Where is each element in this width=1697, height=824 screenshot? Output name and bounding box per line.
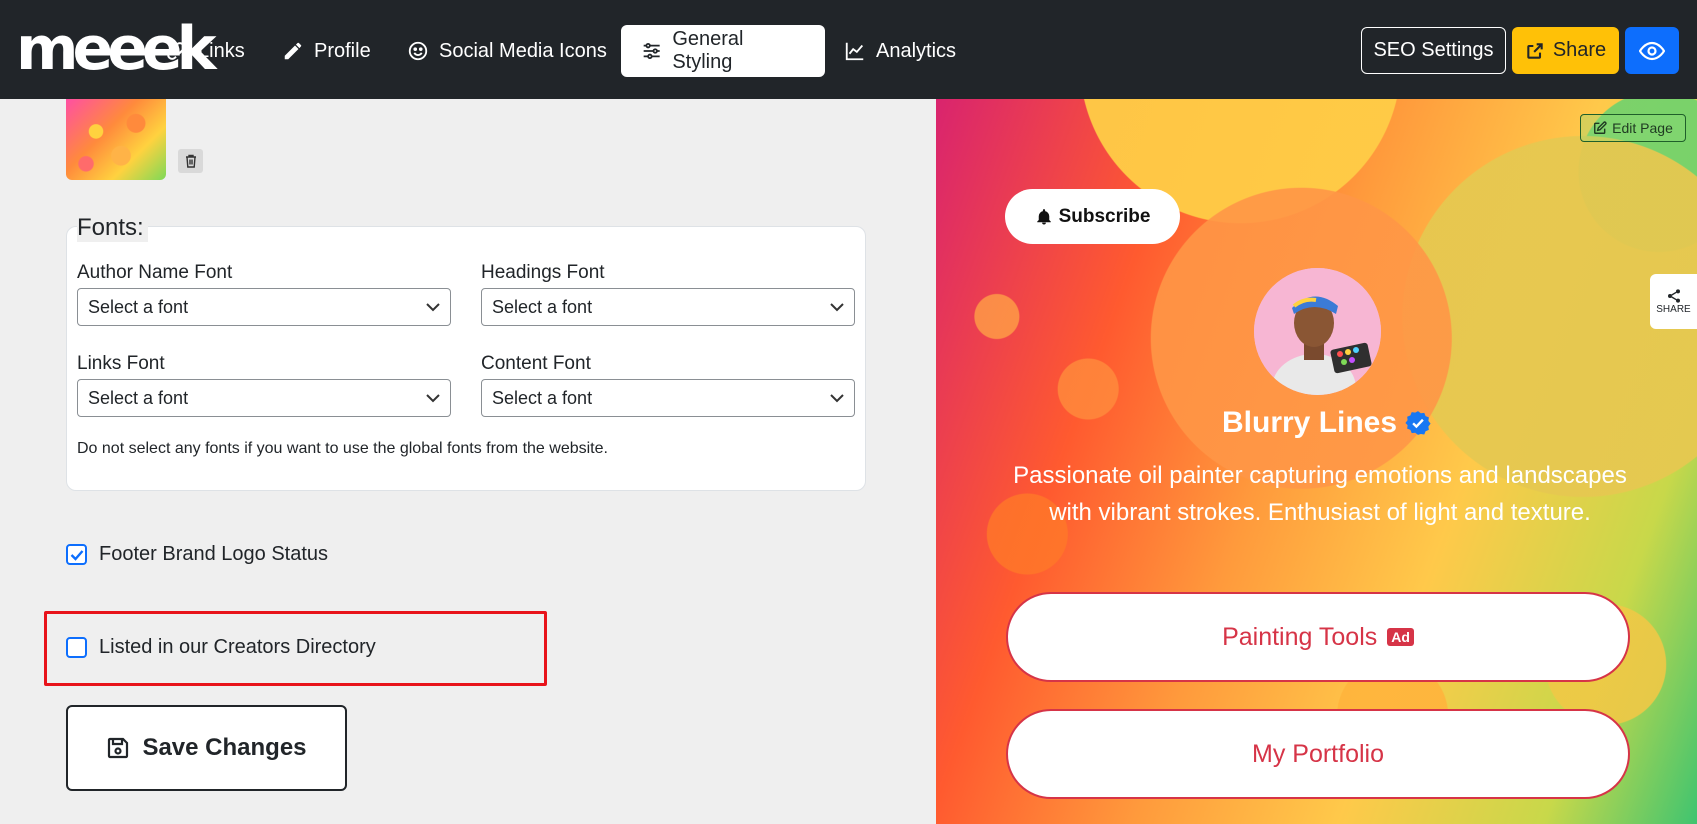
edit-page-label: Edit Page: [1612, 120, 1673, 136]
nav-general-styling-label: General Styling: [672, 28, 744, 73]
nav-social-media-icons[interactable]: Social Media Icons: [407, 25, 607, 77]
author-name-text: Blurry Lines: [1222, 406, 1398, 439]
link-my-portfolio[interactable]: My Portfolio: [1006, 709, 1630, 799]
share-button[interactable]: Share: [1512, 27, 1619, 74]
creators-directory-label: Listed in our Creators Directory: [99, 636, 376, 658]
chevron-down-icon: [426, 394, 440, 403]
link-icon: [167, 42, 185, 60]
content-font-label: Content Font: [481, 353, 591, 374]
headings-font-value: Select a font: [492, 296, 593, 317]
bell-icon: [1036, 208, 1051, 224]
chart-line-icon: [845, 42, 864, 61]
author-name: Blurry Lines: [1222, 406, 1431, 440]
footer-brand-logo-option[interactable]: Footer Brand Logo Status: [66, 543, 328, 566]
author-bio: Passionate oil painter capturing emotion…: [1013, 462, 1627, 526]
link-my-portfolio-label: My Portfolio: [1252, 739, 1384, 768]
nav-links-label: Links: [198, 39, 245, 62]
verified-badge-icon: [1405, 411, 1431, 435]
ad-badge: Ad: [1387, 628, 1414, 646]
fonts-legend: Fonts:: [77, 214, 148, 242]
chevron-down-icon: [426, 303, 440, 312]
chevron-down-icon: [830, 394, 844, 403]
author-name-font-value: Select a font: [88, 296, 189, 317]
smiley-icon: [408, 41, 428, 61]
seo-settings-button[interactable]: SEO Settings: [1361, 27, 1506, 74]
subscribe-button[interactable]: Subscribe: [1005, 189, 1180, 244]
sliders-icon: [643, 42, 660, 60]
eye-icon: [1639, 41, 1665, 60]
nav-analytics[interactable]: Analytics: [844, 25, 956, 77]
share-nodes-icon: [1667, 289, 1680, 303]
link-painting-tools-label: Painting Tools: [1222, 622, 1378, 651]
author-avatar: [1254, 268, 1381, 395]
links-font-select[interactable]: Select a font: [77, 379, 451, 417]
footer-brand-logo-checkbox[interactable]: [66, 544, 87, 565]
edit-icon: [1594, 121, 1607, 134]
headings-font-label: Headings Font: [481, 262, 605, 283]
author-name-font-label: Author Name Font: [77, 262, 233, 283]
chevron-down-icon: [830, 303, 844, 312]
nav-profile[interactable]: Profile: [282, 25, 371, 77]
delete-background-button[interactable]: [178, 149, 203, 173]
background-image-thumbnail: [66, 99, 166, 180]
save-changes-button[interactable]: Save Changes: [66, 705, 347, 791]
nav-analytics-label: Analytics: [876, 39, 957, 62]
creators-directory-checkbox[interactable]: [66, 637, 87, 658]
links-font-value: Select a font: [88, 387, 189, 408]
side-share-tab[interactable]: SHARE: [1650, 274, 1697, 329]
floppy-disk-icon: [108, 737, 129, 759]
nav-general-styling[interactable]: General Styling: [621, 25, 825, 77]
content-font-value: Select a font: [492, 387, 593, 408]
side-share-label: SHARE: [1656, 304, 1691, 315]
fonts-help-text: Do not select any fonts if you want to u…: [77, 440, 608, 457]
edit-page-button[interactable]: Edit Page: [1580, 114, 1686, 142]
nav-profile-label: Profile: [314, 39, 371, 62]
share-button-label: Share: [1552, 39, 1607, 61]
link-painting-tools[interactable]: Painting Tools Ad: [1006, 592, 1630, 682]
headings-font-select[interactable]: Select a font: [481, 288, 855, 326]
external-link-icon: [1527, 42, 1543, 59]
check-icon: [70, 549, 83, 561]
top-navbar: meeek Links Profile Social Media Icons G…: [0, 0, 1697, 99]
pencil-icon: [284, 42, 302, 60]
nav-links[interactable]: Links: [164, 25, 245, 77]
trash-icon: [185, 154, 196, 168]
footer-brand-logo-label: Footer Brand Logo Status: [99, 543, 329, 565]
avatar-portrait: [1254, 268, 1381, 395]
content-font-select[interactable]: Select a font: [481, 379, 855, 417]
nav-social-label: Social Media Icons: [439, 39, 607, 62]
author-name-font-select[interactable]: Select a font: [77, 288, 451, 326]
save-changes-label: Save Changes: [142, 734, 307, 761]
subscribe-label: Subscribe: [1058, 205, 1151, 227]
preview-eye-button[interactable]: [1625, 27, 1679, 74]
creators-directory-option[interactable]: Listed in our Creators Directory: [66, 636, 376, 659]
links-font-label: Links Font: [77, 353, 165, 374]
